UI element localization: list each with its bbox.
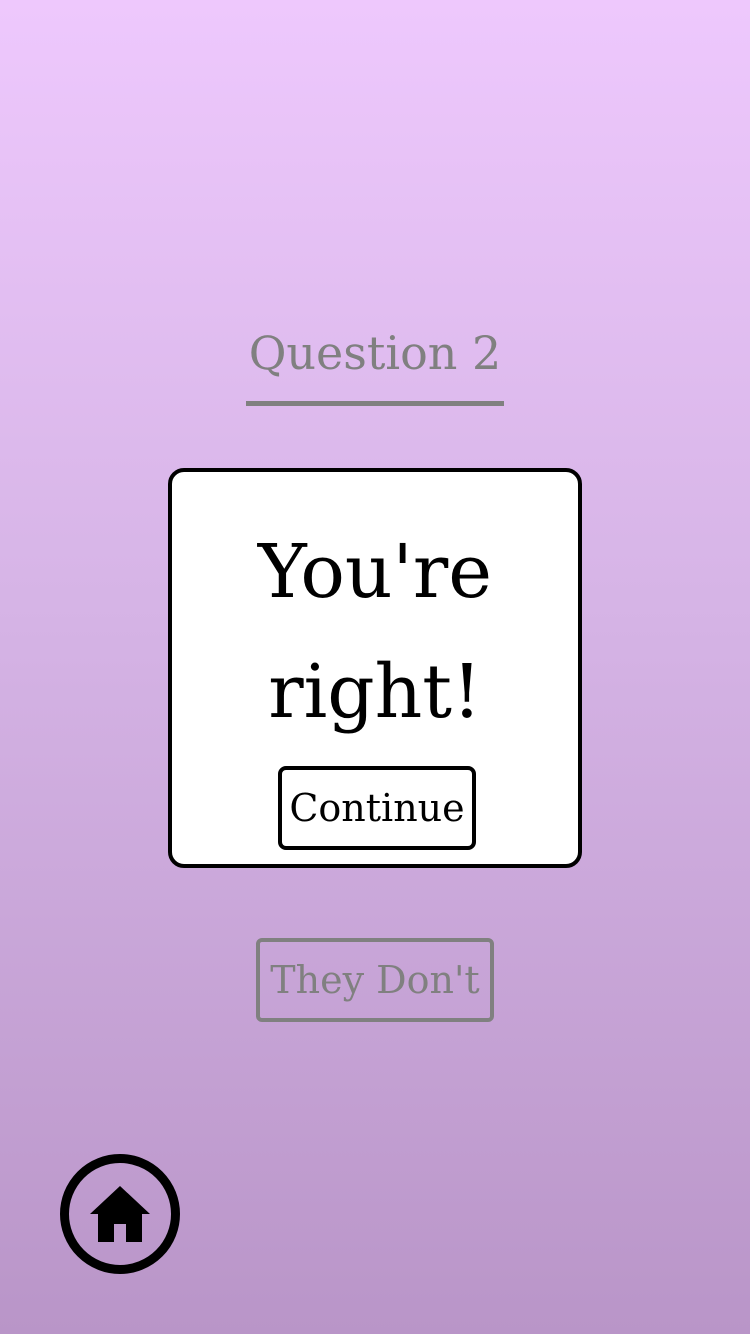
home-button[interactable]	[60, 1154, 180, 1274]
home-icon	[90, 1186, 150, 1242]
continue-button[interactable]: Continue	[278, 766, 476, 850]
answer-button-they-dont[interactable]: They Don't	[256, 938, 494, 1022]
question-title: Question 2	[246, 318, 504, 406]
result-message: You're right!	[257, 529, 493, 735]
result-modal: You're right! Continue	[168, 468, 582, 868]
